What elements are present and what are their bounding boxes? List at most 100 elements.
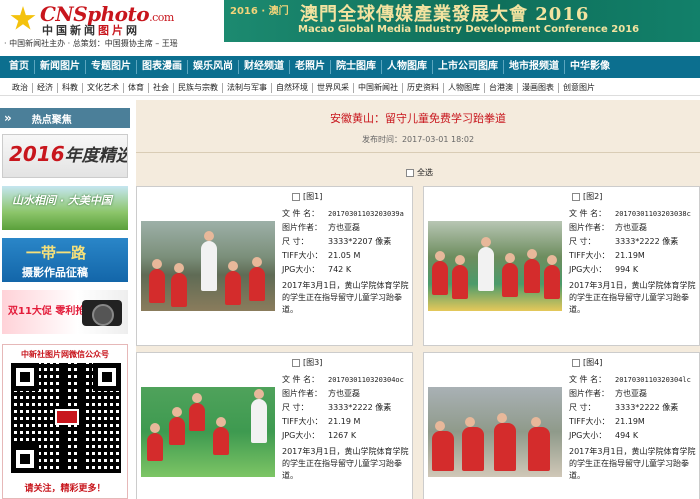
photo-author: 方也亚磊 <box>615 223 647 232</box>
nav-item-news-photos[interactable]: 新闻图片 <box>35 60 86 74</box>
qr-finder-icon <box>93 363 121 391</box>
belt-road-banner[interactable]: 一带一路 摄影作品征稿 <box>2 238 128 282</box>
filename-label: 文 件 名： <box>569 375 607 384</box>
photo-index: [图4] <box>583 358 603 367</box>
photo-checkbox[interactable] <box>572 358 580 367</box>
category-ethnic-religion[interactable]: 民族与宗教 <box>174 82 223 93</box>
nav-item-listed-companies[interactable]: 上市公司图库 <box>433 60 504 74</box>
banner-title-cn: 澳門全球傳媒產業發展大會 2016 <box>300 4 590 25</box>
sidebar: » 热点聚焦 2016年度精选 山水相间 · 大美中国 一带一路 摄影作品征稿 … <box>0 108 130 499</box>
photo-filename: 2017030110320304oc <box>328 376 404 384</box>
category-comics-charts[interactable]: 漫画图表 <box>518 82 559 93</box>
photo-caption: 2017年3月1日，黄山学院体育学院的学生正在指导留守儿童学习跆拳道。 <box>569 281 696 314</box>
sponsor-line: · 中国新闻社主办 · 总策划：中国摄协主席 – 王瑶 <box>4 39 178 48</box>
filename-label: 文 件 名： <box>282 375 320 384</box>
camera-icon <box>82 300 122 326</box>
photo-tiff-size: 21.19M <box>615 251 645 260</box>
select-all-label: 全选 <box>417 168 433 177</box>
author-label: 图片作者： <box>569 223 609 232</box>
category-world[interactable]: 世界风采 <box>313 82 354 93</box>
size-label: 尺 寸： <box>569 237 596 246</box>
nav-item-old-photos[interactable]: 老照片 <box>290 60 331 74</box>
photo-thumbnail[interactable] <box>428 387 562 477</box>
photo-checkbox[interactable] <box>292 358 300 367</box>
category-society[interactable]: 社会 <box>149 82 174 93</box>
category-economy[interactable]: 经济 <box>33 82 58 93</box>
photo-author: 方也亚磊 <box>615 389 647 398</box>
jpg-label: JPG大小： <box>569 431 607 440</box>
photo-checkbox[interactable] <box>292 192 300 201</box>
tiff-label: TIFF大小： <box>569 251 610 260</box>
photo-thumbnail[interactable] <box>141 221 275 311</box>
photo-thumbnail[interactable] <box>141 387 275 477</box>
photo-checkbox[interactable] <box>572 192 580 201</box>
category-law-military[interactable]: 法制与军事 <box>223 82 272 93</box>
select-all-checkbox[interactable] <box>406 168 414 177</box>
size-label: 尺 寸： <box>569 403 596 412</box>
landscape-banner[interactable]: 山水相间 · 大美中国 <box>2 186 128 230</box>
size-label: 尺 寸： <box>282 403 309 412</box>
photo-info: 文 件 名： 20170301103203039a 图片作者： 方也亚磊 尺 寸： 3… <box>282 207 410 316</box>
photo-card: [图1] 文 件 名： 20170301103203039a 图片作者： 方也亚磊 … <box>136 186 413 346</box>
photo-filename: 2017030110320304lc <box>615 376 691 384</box>
conference-banner[interactable]: 2016 · 澳门 澳門全球傳媒產業發展大會 2016 Macao Global… <box>224 0 700 42</box>
nav-item-feature-photos[interactable]: 专题图片 <box>86 60 137 74</box>
photo-dimensions: 3333*2207 像素 <box>328 237 392 246</box>
nav-item-academicians[interactable]: 院士图库 <box>331 60 382 74</box>
jpg-label: JPG大小： <box>282 431 320 440</box>
photo-info: 文 件 名： 2017030110320304oc 图片作者： 方也亚磊 尺 寸： 3… <box>282 373 410 482</box>
qr-title: 中新社图片网微信公众号 <box>21 350 109 359</box>
category-culture-art[interactable]: 文化艺术 <box>83 82 124 93</box>
photo-card: [图2] 文 件 名： 20170301103203038c 图片作者： 方也亚磊 … <box>423 186 700 346</box>
photo-filename: 20170301103203039a <box>328 210 404 218</box>
photo-index: [图1] <box>303 192 323 201</box>
category-creative[interactable]: 创意图片 <box>559 83 599 93</box>
nav-item-entertainment[interactable]: 娱乐风尚 <box>188 60 239 74</box>
photo-filename: 20170301103203038c <box>615 210 691 218</box>
qr-finder-icon <box>11 363 39 391</box>
banner-year: 2016 · 澳门 <box>230 6 289 17</box>
photo-caption: 2017年3月1日，黄山学院体育学院的学生正在指导留守儿童学习跆拳道。 <box>569 447 696 480</box>
photo-thumbnail[interactable] <box>428 221 562 311</box>
landscape-banner-text: 山水相间 · 大美中国 <box>12 194 112 207</box>
star-icon <box>10 6 36 30</box>
nav-item-home[interactable]: 首页 <box>4 60 35 74</box>
publish-time: 发布时间：2017-03-01 18:02 <box>361 135 475 144</box>
photo-tiff-size: 21.19M <box>615 417 645 426</box>
author-label: 图片作者： <box>569 389 609 398</box>
tiff-label: TIFF大小： <box>282 417 323 426</box>
select-all[interactable]: 全选 <box>406 167 433 178</box>
nav-item-charts-comics[interactable]: 图表漫画 <box>137 60 188 74</box>
belt-road-subtitle: 摄影作品征稿 <box>22 266 88 279</box>
qr-code[interactable] <box>11 363 121 473</box>
category-people[interactable]: 人物图库 <box>444 82 485 93</box>
qr-footer: 请关注，精彩更多！ <box>24 484 106 494</box>
banner-year-label: 2016 <box>9 142 65 166</box>
photo-card: [图4] 文 件 名： 2017030110320304lc 图片作者： 方也亚磊 … <box>423 352 700 499</box>
category-nav: 政治 经济 科教 文化艺术 体育 社会 民族与宗教 法制与军事 自然环境 世界风… <box>0 80 700 96</box>
site-logo[interactable]: CNSphoto.com 中国新闻图片网 <box>8 2 208 37</box>
site-header: CNSphoto.com 中国新闻图片网 · 中国新闻社主办 · 总策划：中国摄… <box>0 0 700 50</box>
category-politics[interactable]: 政治 <box>8 82 33 93</box>
qr-logo-icon <box>55 409 79 425</box>
size-label: 尺 寸： <box>282 237 309 246</box>
nav-item-finance[interactable]: 财经频道 <box>239 60 290 74</box>
hot-focus-title: 热点聚焦 <box>31 114 72 126</box>
photo-caption: 2017年3月1日，黄山学院体育学院的学生正在指导留守儿童学习跆拳道。 <box>282 447 409 480</box>
category-hk-macao-tw[interactable]: 台港澳 <box>485 82 518 93</box>
camera-sale-banner[interactable]: 双11大促 零利抢 <box>2 290 128 334</box>
nav-item-people[interactable]: 人物图库 <box>382 60 433 74</box>
category-cns[interactable]: 中国新闻社 <box>354 82 403 93</box>
annual-selection-banner[interactable]: 2016年度精选 <box>2 134 128 178</box>
nav-item-china-images[interactable]: 中华影像 <box>565 60 615 74</box>
nav-item-local-papers[interactable]: 地市报频道 <box>504 60 565 74</box>
photo-caption: 2017年3月1日，黄山学院体育学院的学生正在指导留守儿童学习跆拳道。 <box>282 281 409 314</box>
photo-dimensions: 3333*2222 像素 <box>328 403 392 412</box>
category-history[interactable]: 历史资料 <box>403 82 444 93</box>
photo-tiff-size: 21.19 M <box>328 417 361 426</box>
photo-info: 文 件 名： 2017030110320304lc 图片作者： 方也亚磊 尺 寸： 3… <box>569 373 697 482</box>
tiff-label: TIFF大小： <box>282 251 323 260</box>
category-nature[interactable]: 自然环境 <box>272 82 313 93</box>
category-science-edu[interactable]: 科教 <box>58 82 83 93</box>
category-sports[interactable]: 体育 <box>124 82 149 93</box>
